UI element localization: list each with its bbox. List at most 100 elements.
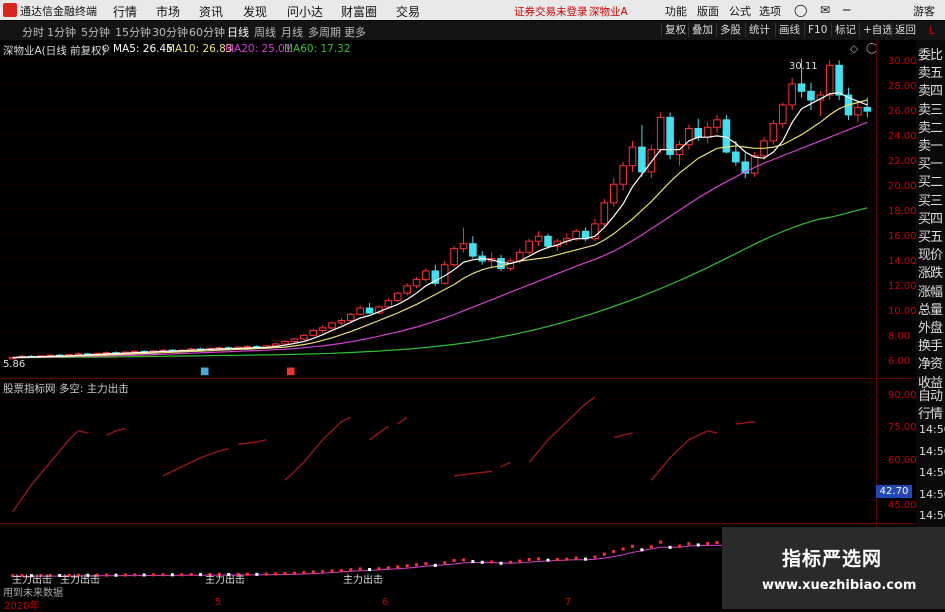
tick-time: 14:50 bbox=[919, 466, 945, 479]
sub-mark bbox=[283, 572, 287, 576]
sub-mark bbox=[321, 570, 325, 574]
event-marker[interactable]: ■ bbox=[286, 366, 295, 377]
statistics-button[interactable]: 统计 bbox=[745, 23, 773, 37]
sidebar-field: 卖一 bbox=[918, 139, 943, 154]
draw-line-button[interactable]: 画线 bbox=[775, 23, 803, 37]
sidebar-tab[interactable]: 行情 bbox=[918, 403, 943, 422]
price-tick: 28.00 bbox=[888, 81, 917, 92]
period-60min[interactable]: 60分钟 bbox=[189, 24, 225, 40]
sub-mark bbox=[612, 550, 616, 554]
login-notice[interactable]: 证券交易未登录 bbox=[514, 4, 588, 19]
menu-quotes[interactable]: 行情 bbox=[113, 3, 137, 20]
candle-body bbox=[788, 83, 796, 106]
sub-mark bbox=[199, 573, 203, 577]
indicator-chart[interactable] bbox=[0, 378, 876, 523]
candle-body bbox=[318, 327, 327, 331]
overlay-button[interactable]: 叠加 bbox=[688, 23, 716, 37]
menu-discover[interactable]: 发现 bbox=[243, 3, 267, 20]
sidebar-field: 卖三 bbox=[918, 102, 943, 118]
candle-body bbox=[647, 149, 656, 173]
x-tick: 6 bbox=[382, 597, 389, 608]
sub-mark bbox=[480, 560, 484, 564]
bell-icon[interactable]: ◯ bbox=[794, 3, 807, 17]
period-5min[interactable]: 5分钟 bbox=[81, 24, 110, 40]
sub-mark bbox=[424, 562, 428, 566]
period-30min[interactable]: 30分钟 bbox=[152, 24, 188, 40]
sub-mark bbox=[105, 573, 109, 577]
sub-mark bbox=[537, 557, 541, 561]
sub-mark bbox=[640, 548, 644, 552]
menu-wealth[interactable]: 财富圈 bbox=[341, 3, 377, 20]
sub-mark bbox=[170, 573, 174, 577]
menu-market[interactable]: 市场 bbox=[156, 3, 180, 20]
mail-icon[interactable]: ✉ bbox=[820, 3, 830, 17]
period-multi[interactable]: 多周期 bbox=[308, 24, 341, 40]
sub-mark bbox=[715, 541, 719, 545]
menu-layout[interactable]: 版面 bbox=[697, 3, 719, 19]
sidebar-tab[interactable]: 自动 bbox=[918, 385, 943, 404]
sidebar-field: 卖二 bbox=[918, 120, 943, 136]
candle-body bbox=[854, 106, 862, 116]
period-weekly[interactable]: 周线 bbox=[254, 24, 276, 40]
sidebar-field: 现价 bbox=[918, 248, 943, 264]
sub-mark bbox=[555, 558, 559, 561]
period-daily[interactable]: 日线 bbox=[227, 24, 249, 40]
sub-mark bbox=[114, 573, 118, 577]
sub-mark bbox=[274, 572, 278, 576]
indicator-line bbox=[162, 448, 229, 477]
sub-mark bbox=[255, 572, 259, 576]
candle-body bbox=[459, 243, 468, 250]
menu-formula[interactable]: 公式 bbox=[729, 3, 751, 19]
candle-body bbox=[797, 83, 806, 92]
adjust-button[interactable]: 复权 bbox=[661, 23, 689, 37]
candle-body bbox=[384, 300, 393, 308]
menu-function[interactable]: 功能 bbox=[665, 3, 687, 19]
stock-tab[interactable]: 深物业A bbox=[589, 4, 628, 19]
candle-body bbox=[609, 183, 618, 204]
guest-user[interactable]: 游客 bbox=[913, 3, 935, 19]
period-1min[interactable]: 1分钟 bbox=[47, 24, 76, 40]
main-force-label: 主力出击 bbox=[205, 575, 245, 586]
menu-trade[interactable]: 交易 bbox=[396, 3, 420, 20]
sub-mark bbox=[396, 565, 400, 569]
watermark-url: www.xuezhibiao.com bbox=[762, 578, 917, 593]
candle-body bbox=[572, 230, 580, 240]
event-marker[interactable]: ■ bbox=[200, 366, 209, 377]
tick-time: 14:50 bbox=[919, 509, 945, 522]
menu-options[interactable]: 选项 bbox=[759, 3, 781, 19]
indicator-line bbox=[735, 421, 755, 425]
sub-mark bbox=[133, 573, 137, 577]
sub-mark bbox=[443, 561, 447, 565]
candle-body bbox=[750, 155, 759, 174]
mark-button[interactable]: 标记 bbox=[831, 23, 859, 37]
sub-mark bbox=[471, 560, 475, 564]
period-15min[interactable]: 15分钟 bbox=[115, 24, 151, 40]
back-button[interactable]: 返回 bbox=[891, 23, 919, 37]
x-tick: 5 bbox=[215, 597, 222, 608]
menu-news[interactable]: 资讯 bbox=[199, 3, 223, 20]
period-more[interactable]: 更多 bbox=[344, 24, 366, 40]
period-timeshare[interactable]: 分时 bbox=[22, 24, 44, 40]
sub-mark bbox=[565, 557, 569, 561]
candle-body bbox=[628, 146, 637, 167]
multi-stock-button[interactable]: 多股 bbox=[716, 23, 744, 37]
sub-mark bbox=[330, 569, 334, 573]
menu-assistant[interactable]: 问小达 bbox=[287, 3, 323, 20]
candle-body bbox=[685, 128, 693, 146]
sub-mark bbox=[668, 545, 672, 549]
sub-mark bbox=[602, 552, 606, 556]
sidebar-field: 净资 bbox=[918, 357, 943, 373]
minimize-icon[interactable]: ─ bbox=[843, 3, 850, 17]
period-monthly[interactable]: 月线 bbox=[281, 24, 303, 40]
price-tick: 20.00 bbox=[888, 181, 917, 192]
sidebar-field: 买一 bbox=[918, 157, 943, 173]
candle-body bbox=[506, 260, 515, 269]
sub-mark bbox=[152, 573, 156, 577]
indicator-line bbox=[528, 396, 596, 463]
candle-body bbox=[300, 334, 308, 340]
f10-button[interactable]: F10 bbox=[804, 23, 830, 37]
price-tick: 24.00 bbox=[888, 131, 917, 142]
candle-body bbox=[703, 126, 712, 138]
candlestick-chart[interactable] bbox=[0, 40, 876, 378]
candle-body bbox=[412, 279, 421, 287]
